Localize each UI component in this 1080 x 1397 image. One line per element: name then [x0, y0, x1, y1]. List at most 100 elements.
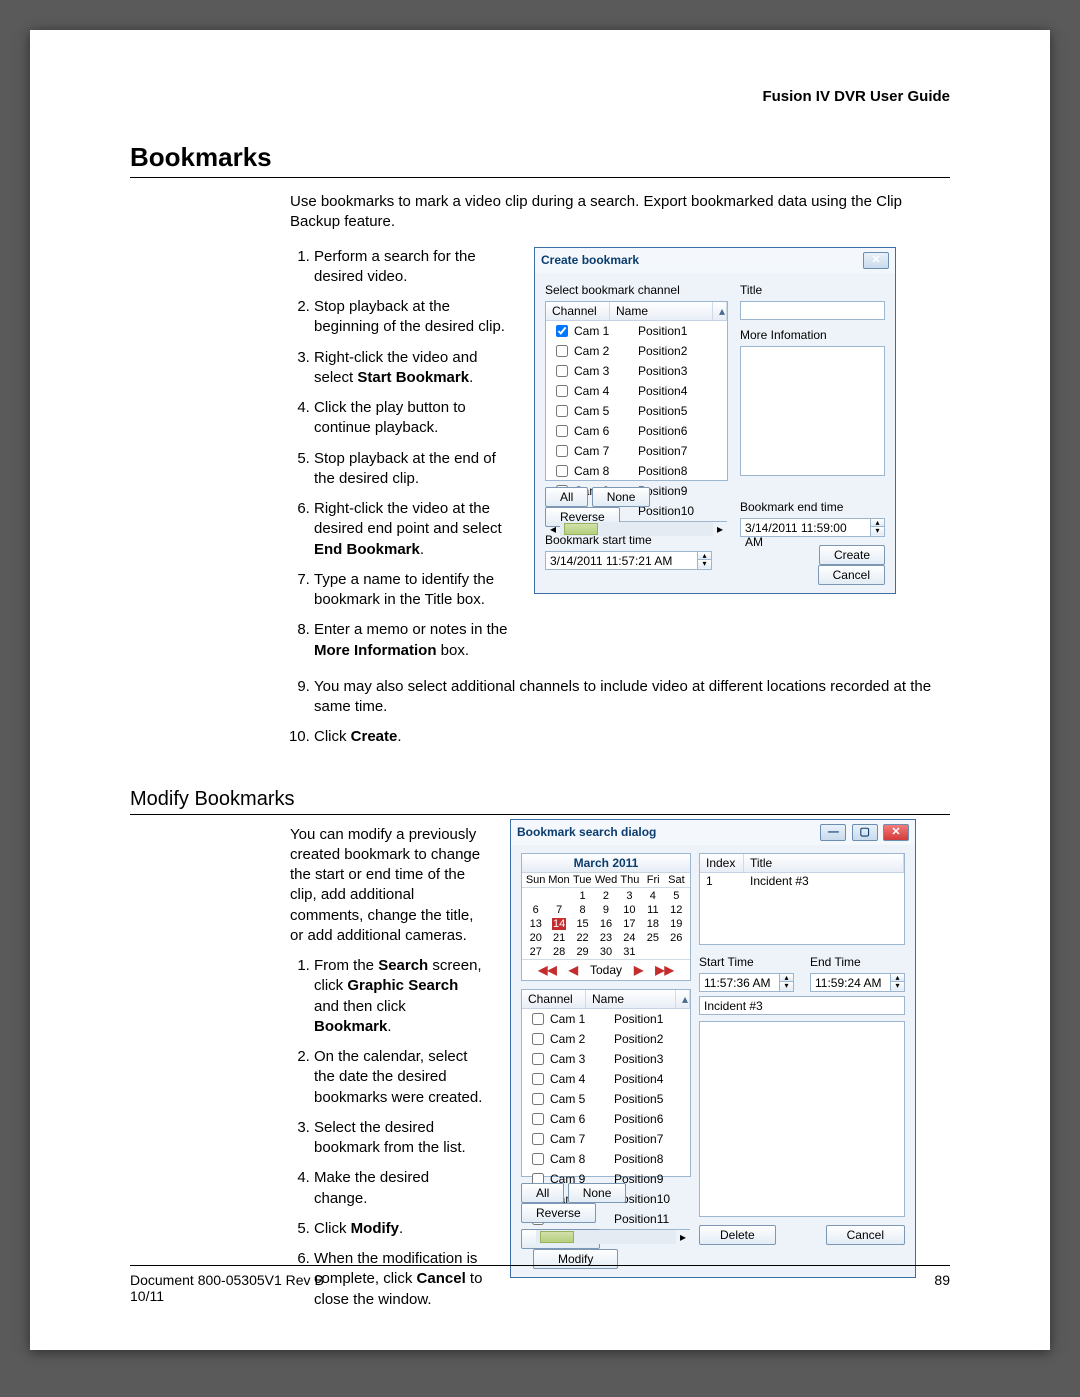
row-checkbox[interactable]	[556, 365, 568, 377]
calendar-day[interactable]: 17	[618, 918, 641, 930]
table-row[interactable]: Cam 6Position6	[546, 421, 727, 441]
calendar-day[interactable]: 26	[665, 932, 688, 944]
spin-down-icon[interactable]: ▾	[891, 982, 904, 990]
calendar-day[interactable]: 20	[524, 932, 547, 944]
calendar-day[interactable]: 4	[641, 890, 664, 902]
row-checkbox[interactable]	[556, 405, 568, 417]
calendar-day[interactable]: 19	[665, 918, 688, 930]
calendar-day[interactable]: 27	[524, 946, 547, 958]
start-time-input[interactable]: 11:57:36 AM	[699, 973, 779, 992]
all-button[interactable]: All	[545, 487, 588, 507]
table-row[interactable]: Cam 2Position2	[522, 1029, 690, 1049]
table-row[interactable]: Cam 2Position2	[546, 341, 727, 361]
row-checkbox[interactable]	[532, 1093, 544, 1105]
table-row[interactable]: Cam 3Position3	[522, 1049, 690, 1069]
row-checkbox[interactable]	[556, 445, 568, 457]
calendar-day[interactable]: 31	[618, 946, 641, 958]
none-button[interactable]: None	[568, 1183, 627, 1203]
row-checkbox[interactable]	[532, 1053, 544, 1065]
scroll-handle[interactable]	[564, 523, 598, 535]
notes-textarea[interactable]	[699, 1021, 905, 1217]
calendar-day[interactable]: 30	[594, 946, 617, 958]
start-time-input[interactable]: 3/14/2011 11:57:21 AM	[545, 551, 697, 570]
table-row[interactable]: Cam 4Position4	[546, 381, 727, 401]
scroll-right-icon[interactable]: ▸	[676, 1230, 690, 1244]
table-row[interactable]: Cam 4Position4	[522, 1069, 690, 1089]
calendar-day[interactable]: 12	[665, 904, 688, 916]
list-item[interactable]: 1Incident #3	[700, 873, 904, 889]
col-channel[interactable]: Channel	[546, 302, 610, 320]
row-checkbox[interactable]	[532, 1073, 544, 1085]
cancel-button[interactable]: Cancel	[826, 1225, 905, 1245]
table-row[interactable]: Cam 1Position1	[522, 1009, 690, 1029]
calendar-day[interactable]: 25	[641, 932, 664, 944]
calendar-day[interactable]: 16	[594, 918, 617, 930]
calendar-day[interactable]: 6	[524, 904, 547, 916]
row-checkbox[interactable]	[556, 465, 568, 477]
title-input[interactable]	[740, 301, 885, 320]
calendar-day[interactable]: 18	[641, 918, 664, 930]
col-channel[interactable]: Channel	[522, 990, 586, 1008]
row-checkbox[interactable]	[532, 1113, 544, 1125]
calendar-day[interactable]: 5	[665, 890, 688, 902]
calendar-day[interactable]: 9	[594, 904, 617, 916]
calendar-day[interactable]: 3	[618, 890, 641, 902]
reverse-button[interactable]: Reverse	[521, 1203, 596, 1223]
calendar-day[interactable]: 24	[618, 932, 641, 944]
row-checkbox[interactable]	[532, 1153, 544, 1165]
row-checkbox[interactable]	[556, 425, 568, 437]
row-checkbox[interactable]	[532, 1013, 544, 1025]
table-row[interactable]: Cam 8Position8	[546, 461, 727, 481]
create-button[interactable]: Create	[819, 545, 885, 565]
table-row[interactable]: Cam 7Position7	[522, 1129, 690, 1149]
table-row[interactable]: Cam 6Position6	[522, 1109, 690, 1129]
calendar-day[interactable]: 29	[571, 946, 594, 958]
end-time-input[interactable]: 3/14/2011 11:59:00 AM	[740, 518, 870, 537]
scroll-handle[interactable]	[540, 1231, 574, 1243]
prev-fast-icon[interactable]: ◀◀	[535, 963, 559, 977]
calendar-day[interactable]: 23	[594, 932, 617, 944]
sort-up-icon[interactable]: ▴	[713, 302, 727, 320]
next-icon[interactable]: ▶	[631, 963, 646, 977]
end-time-input[interactable]: 11:59:24 AM	[810, 973, 890, 992]
close-icon[interactable]: ✕	[863, 252, 889, 269]
cancel-button[interactable]: Cancel	[818, 565, 885, 585]
all-button[interactable]: All	[521, 1183, 564, 1203]
spin-down-icon[interactable]: ▾	[698, 560, 711, 568]
calendar-day[interactable]: 21	[547, 932, 570, 944]
close-icon[interactable]: ✕	[883, 824, 909, 841]
row-checkbox[interactable]	[556, 345, 568, 357]
maximize-icon[interactable]: ▢	[852, 824, 878, 841]
calendar-day[interactable]: 8	[571, 904, 594, 916]
calendar-day[interactable]: 13	[524, 918, 547, 930]
calendar-day[interactable]: 2	[594, 890, 617, 902]
calendar-day[interactable]: 15	[571, 918, 594, 930]
calendar-day[interactable]: 7	[547, 904, 570, 916]
row-checkbox[interactable]	[556, 385, 568, 397]
prev-icon[interactable]: ◀	[566, 963, 581, 977]
table-row[interactable]: Cam 5Position5	[522, 1089, 690, 1109]
calendar-day[interactable]: 22	[571, 932, 594, 944]
calendar-day[interactable]: 14	[547, 918, 570, 930]
col-index[interactable]: Index	[700, 854, 744, 872]
table-row[interactable]: Cam 8Position8	[522, 1149, 690, 1169]
table-row[interactable]: Cam 3Position3	[546, 361, 727, 381]
row-checkbox[interactable]	[532, 1033, 544, 1045]
spin-down-icon[interactable]: ▾	[871, 527, 884, 535]
sort-up-icon[interactable]: ▴	[676, 990, 690, 1008]
table-row[interactable]: Cam 7Position7	[546, 441, 727, 461]
more-info-textarea[interactable]	[740, 346, 885, 476]
col-title[interactable]: Title	[744, 854, 904, 872]
none-button[interactable]: None	[592, 487, 651, 507]
minimize-icon[interactable]: —	[820, 824, 846, 841]
next-fast-icon[interactable]: ▶▶	[652, 963, 676, 977]
spin-down-icon[interactable]: ▾	[780, 982, 793, 990]
calendar-day[interactable]: 28	[547, 946, 570, 958]
col-name[interactable]: Name	[586, 990, 676, 1008]
row-checkbox[interactable]	[532, 1133, 544, 1145]
title-input[interactable]: Incident #3	[699, 996, 905, 1015]
col-name[interactable]: Name	[610, 302, 713, 320]
delete-button[interactable]: Delete	[699, 1225, 776, 1245]
scroll-right-icon[interactable]: ▸	[713, 522, 727, 536]
table-row[interactable]: Cam 5Position5	[546, 401, 727, 421]
